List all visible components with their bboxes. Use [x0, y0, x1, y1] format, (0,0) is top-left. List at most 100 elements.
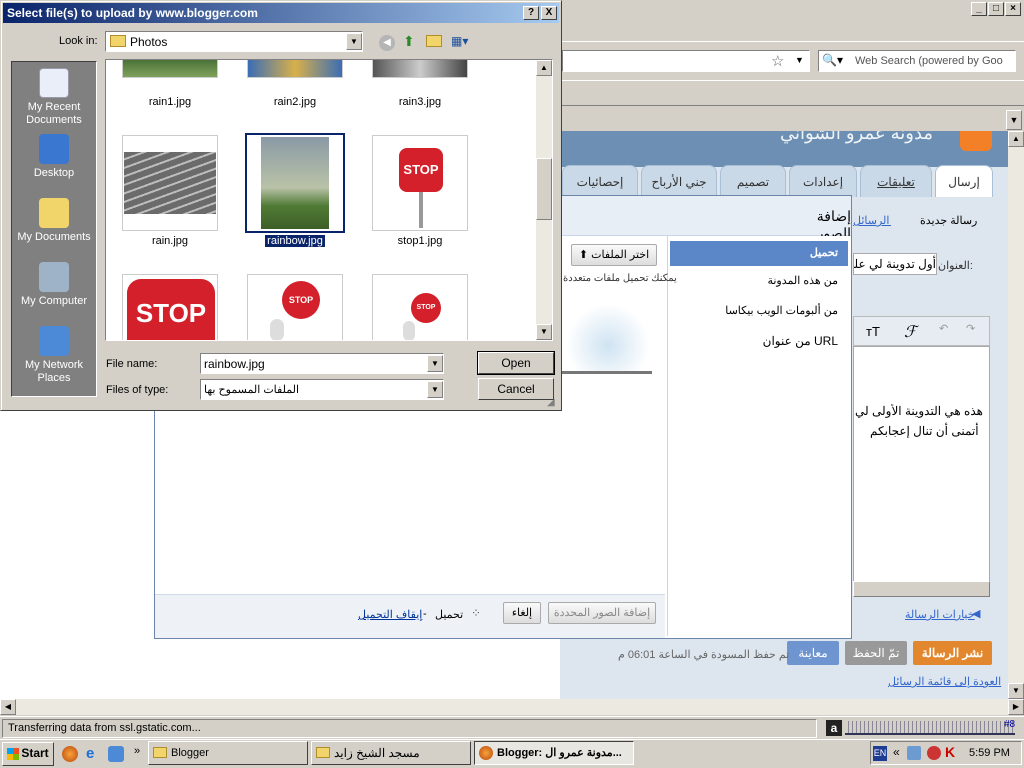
thumb-stop4[interactable]: STOP: [372, 274, 468, 340]
look-in-arrow-icon[interactable]: ▼: [346, 33, 362, 50]
thumb-stop1[interactable]: STOP: [372, 135, 468, 231]
thumb-stop2[interactable]: STOP: [122, 274, 218, 340]
thumb-rain3[interactable]: [372, 60, 468, 78]
file-rain1[interactable]: rain1.jpg: [120, 96, 220, 108]
menu-from-picasa[interactable]: من ألبومات الويب بيكاسا: [670, 304, 838, 317]
file-rainbow[interactable]: rainbow.jpg: [245, 234, 345, 248]
modal-cancel-button[interactable]: إلغاء: [503, 602, 541, 624]
file-rain2[interactable]: rain2.jpg: [245, 96, 345, 108]
network-tray-icon[interactable]: [907, 746, 921, 760]
file-rain3[interactable]: rain3.jpg: [370, 96, 470, 108]
scroll-up-arrow-icon[interactable]: ▲: [1008, 131, 1024, 147]
choose-files-button[interactable]: ⬆ اختر الملفات: [571, 244, 657, 266]
subtab-new-post[interactable]: رسالة جديدة: [920, 214, 977, 227]
language-indicator[interactable]: EN: [873, 746, 887, 761]
post-options-link[interactable]: خيارات الرسالة: [905, 608, 975, 621]
file-type-arrow-icon[interactable]: ▼: [427, 381, 443, 398]
firefox-icon[interactable]: [62, 746, 78, 762]
ie-icon[interactable]: e: [86, 745, 94, 762]
tab-scroll-button[interactable]: ▼: [1006, 110, 1022, 130]
tab-stats[interactable]: إحصائيات: [562, 165, 638, 197]
file-name-arrow-icon[interactable]: ▼: [427, 355, 443, 372]
tray-chevron-icon[interactable]: «: [893, 745, 900, 759]
redo-icon[interactable]: ↷: [966, 322, 975, 335]
dialog-close-button[interactable]: X: [541, 6, 557, 20]
scroll-down-arrow-icon[interactable]: ▼: [1008, 683, 1024, 699]
new-folder-icon[interactable]: [426, 35, 442, 47]
my-computer-icon: [39, 262, 69, 292]
place-network-places[interactable]: My Network Places: [7, 326, 101, 385]
menu-upload[interactable]: تحميل: [670, 241, 848, 266]
file-list-vscroll[interactable]: ▲ ▼: [536, 60, 552, 340]
stop-upload-link[interactable]: إيقاف التحميل: [358, 608, 422, 621]
file-scroll-thumb[interactable]: [536, 158, 552, 220]
search-box[interactable]: 🔍▾ Web Search (powered by Goo: [818, 50, 1016, 72]
file-stop1[interactable]: stop1.jpg: [370, 235, 470, 247]
security-tray-icon[interactable]: K: [945, 744, 955, 760]
antivirus-tray-icon[interactable]: [927, 746, 941, 760]
thumb-rain1[interactable]: [122, 60, 218, 78]
address-bar[interactable]: ☆ ▼: [562, 50, 810, 72]
page-vscroll[interactable]: ▲ ▼: [1008, 131, 1024, 699]
file-scroll-up-icon[interactable]: ▲: [536, 60, 552, 76]
publish-button[interactable]: نشر الرسالة: [913, 641, 992, 665]
place-my-documents[interactable]: My Documents: [7, 198, 101, 244]
horizontal-scrollbar[interactable]: ◀ ▶: [0, 699, 1024, 715]
thumb-rainbow[interactable]: [245, 133, 345, 233]
view-menu-icon[interactable]: ▦▾: [451, 34, 468, 48]
show-desktop-icon[interactable]: [108, 746, 124, 762]
clock[interactable]: 5:59 PM: [969, 747, 1010, 759]
preview-button[interactable]: معاينة: [787, 641, 839, 665]
close-button[interactable]: ×: [1005, 2, 1021, 16]
place-my-computer[interactable]: My Computer: [7, 262, 101, 308]
scroll-right-arrow-icon[interactable]: ▶: [1008, 699, 1024, 715]
dropdown-arrow-icon[interactable]: ▼: [795, 55, 804, 65]
file-list[interactable]: rain1.jpg rain2.jpg rain3.jpg rain.jpg r…: [105, 59, 553, 341]
taskbar-item-mosque-folder[interactable]: مسجد الشيخ زايد: [311, 741, 471, 765]
tab-comments[interactable]: تعليقات: [860, 165, 932, 197]
file-type-select[interactable]: الملفات المسموح بها ▼: [200, 379, 444, 400]
thumb-rain[interactable]: [122, 135, 218, 231]
title-input[interactable]: أول تدوينة لي على: [853, 253, 937, 275]
resize-grip-icon[interactable]: ◢: [547, 397, 555, 408]
quicklaunch-chevron-icon[interactable]: »: [134, 745, 140, 757]
maximize-button[interactable]: □: [988, 2, 1004, 16]
tab-design[interactable]: تصميم: [720, 165, 786, 197]
file-rain[interactable]: rain.jpg: [120, 235, 220, 247]
help-button[interactable]: ?: [523, 6, 539, 20]
undo-icon[interactable]: ↶: [939, 322, 948, 335]
add-selected-button[interactable]: إضافة الصور المحددة: [548, 602, 656, 624]
place-recent-documents[interactable]: My Recent Documents: [7, 68, 101, 127]
thumb-stop3[interactable]: STOP: [247, 274, 343, 340]
tab-monetize[interactable]: جني الأرباح: [641, 165, 717, 197]
up-folder-icon[interactable]: ⬆: [403, 33, 415, 50]
open-button[interactable]: Open: [477, 351, 555, 375]
minimize-button[interactable]: _: [971, 2, 987, 16]
taskbar-item-blogger-folder[interactable]: Blogger: [148, 741, 308, 765]
upload-progress-bar: [560, 371, 652, 374]
back-to-posts-link[interactable]: العودة إلى قائمة الرسائل: [888, 675, 1001, 688]
saved-button[interactable]: تمّ الحفظ: [845, 641, 907, 665]
start-button[interactable]: Start: [2, 742, 54, 766]
search-input[interactable]: Web Search (powered by Goo: [855, 55, 1003, 67]
scroll-left-arrow-icon[interactable]: ◀: [0, 699, 16, 715]
thumb-rain2[interactable]: [247, 60, 343, 78]
font-size-icon[interactable]: тT: [866, 324, 880, 339]
place-desktop[interactable]: Desktop: [7, 134, 101, 180]
blog-title: مدونة عمرو الشواني: [780, 131, 934, 143]
subtab-edit-posts[interactable]: تحرير الرسائل: [853, 214, 891, 227]
tab-posting[interactable]: إرسال: [935, 165, 993, 197]
look-in-dropdown[interactable]: Photos ▼: [105, 31, 363, 52]
menu-from-blog[interactable]: من هذه المدونة: [670, 274, 838, 287]
file-name-input[interactable]: rainbow.jpg ▼: [200, 353, 444, 374]
bookmark-star-icon[interactable]: ☆: [771, 52, 784, 70]
tab-settings[interactable]: إعدادات: [789, 165, 857, 197]
cancel-button[interactable]: Cancel: [478, 378, 554, 400]
font-family-icon[interactable]: ℱ: [904, 322, 917, 342]
status-text: Transferring data from ssl.gstatic.com..…: [2, 719, 817, 738]
menu-from-url[interactable]: من عنوان URL: [670, 334, 838, 348]
taskbar-item-firefox-blogger[interactable]: Blogger: مدونة عمرو ال...: [474, 741, 634, 765]
file-scroll-down-icon[interactable]: ▼: [536, 324, 552, 340]
editor-hscroll[interactable]: [853, 581, 990, 597]
back-icon[interactable]: ◀: [379, 35, 395, 51]
